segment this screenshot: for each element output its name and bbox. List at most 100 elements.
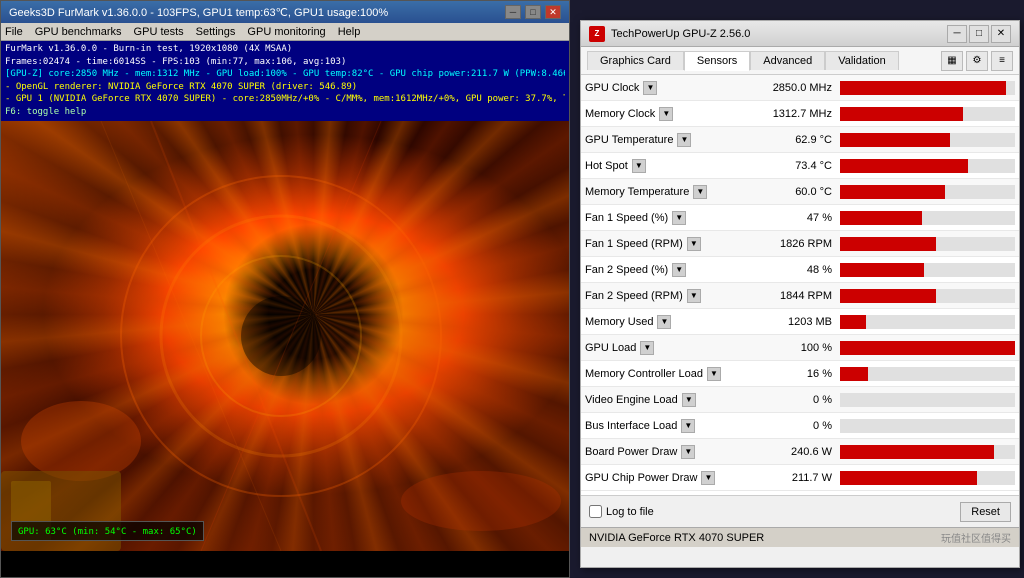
sensor-name-label: Fan 1 Speed (%): [585, 212, 668, 224]
gpuz-gpu-name: NVIDIA GeForce RTX 4070 SUPER: [589, 532, 937, 544]
sensor-value-text: 2850.0 MHz: [755, 82, 840, 94]
sensor-name-label: GPU Chip Power Draw: [585, 472, 697, 484]
furmark-info-line-5: - GPU 1 (NVIDIA GeForce RTX 4070 SUPER) …: [5, 93, 565, 106]
sensor-bar-container: [840, 211, 1015, 225]
sensor-dropdown-button[interactable]: ▼: [701, 471, 715, 485]
sensor-value-text: 1203 MB: [755, 316, 840, 328]
gpuz-toolbar-buttons: ▦ ⚙ ≡: [941, 51, 1013, 71]
sensor-dropdown-button[interactable]: ▼: [672, 211, 686, 225]
sensor-bar: [840, 81, 1006, 95]
furmark-info-line-6: F6: toggle help: [5, 106, 565, 119]
sensor-dropdown-button[interactable]: ▼: [687, 289, 701, 303]
sensor-dropdown-button[interactable]: ▼: [640, 341, 654, 355]
furmark-info-line-3: [GPU-Z] core:2850 MHz - mem:1312 MHz - G…: [5, 68, 565, 81]
sensor-value-text: 48 %: [755, 264, 840, 276]
sensor-bar-container: [840, 185, 1015, 199]
sensor-value-text: 1312.7 MHz: [755, 108, 840, 120]
sensor-bar-container: [840, 393, 1015, 407]
furmark-menu-help[interactable]: Help: [338, 26, 361, 38]
sensor-row: GPU Clock▼2850.0 MHz: [581, 75, 1019, 101]
gpuz-logo-icon: Z: [589, 26, 605, 42]
furmark-canvas: GPU: 63°C (min: 54°C - max: 65°C): [1, 121, 569, 551]
sensor-dropdown-button[interactable]: ▼: [632, 159, 646, 173]
sensor-dropdown-button[interactable]: ▼: [693, 185, 707, 199]
gpu-temp-overlay: GPU: 63°C (min: 54°C - max: 65°C): [11, 521, 204, 541]
tab-sensors[interactable]: Sensors: [684, 51, 750, 71]
sensor-row: Board Power Draw▼240.6 W: [581, 439, 1019, 465]
sensor-bar-container: [840, 289, 1015, 303]
gpuz-title-text: TechPowerUp GPU-Z 2.56.0: [611, 28, 750, 40]
sensor-value-text: 211.7 W: [755, 472, 840, 484]
furmark-title: Geeks3D FurMark v1.36.0.0 - 103FPS, GPU1…: [9, 6, 388, 19]
furmark-menubar: File GPU benchmarks GPU tests Settings G…: [1, 23, 569, 41]
gpuz-win-controls: ─ □ ✕: [947, 25, 1011, 43]
log-to-file-label[interactable]: Log to file: [589, 505, 654, 518]
sensor-value-text: 100 %: [755, 342, 840, 354]
sensor-bar-container: [840, 419, 1015, 433]
sensor-name-label: GPU Temperature: [585, 134, 673, 146]
sensor-value-text: 0 %: [755, 420, 840, 432]
gpuz-watermark: 玩值社区值得买: [941, 530, 1011, 545]
sensor-dropdown-button[interactable]: ▼: [681, 419, 695, 433]
sensor-name-label: Fan 2 Speed (RPM): [585, 290, 683, 302]
sensor-bar: [840, 471, 977, 485]
fire-svg-decoration: [1, 121, 569, 551]
tab-validation[interactable]: Validation: [825, 51, 899, 70]
sensor-name-label: Bus Interface Load: [585, 420, 677, 432]
sensor-row: GPU Load ▼ 100 %: [581, 335, 1019, 361]
furmark-close-button[interactable]: ✕: [545, 5, 561, 19]
sensor-bar: [840, 445, 994, 459]
sensor-dropdown-button[interactable]: ▼: [643, 81, 657, 95]
reset-button[interactable]: Reset: [960, 502, 1011, 522]
furmark-maximize-button[interactable]: □: [525, 5, 541, 19]
furmark-menu-settings[interactable]: Settings: [196, 26, 236, 38]
gpuz-settings-button[interactable]: ⚙: [966, 51, 988, 71]
sensor-row: GPU Chip Power Draw ▼ 211.7 W: [581, 465, 1019, 491]
sensor-row: Video Engine Load▼0 %: [581, 387, 1019, 413]
sensor-bar: [840, 341, 1015, 355]
sensor-dropdown-button[interactable]: ▼: [682, 393, 696, 407]
gpuz-minimize-button[interactable]: ─: [947, 25, 967, 43]
gpuz-tab-container: Graphics Card Sensors Advanced Validatio…: [587, 51, 929, 70]
gpuz-menu-button[interactable]: ≡: [991, 51, 1013, 71]
sensor-dropdown-button[interactable]: ▼: [707, 367, 721, 381]
sensor-dropdown-button[interactable]: ▼: [681, 445, 695, 459]
sensor-dropdown-button[interactable]: ▼: [657, 315, 671, 329]
sensor-bar-container: [840, 237, 1015, 251]
log-to-file-checkbox[interactable]: [589, 505, 602, 518]
sensor-row: Memory Clock▼1312.7 MHz: [581, 101, 1019, 127]
gpuz-sensors-body[interactable]: GPU Clock▼2850.0 MHzMemory Clock▼1312.7 …: [581, 75, 1019, 495]
furmark-minimize-button[interactable]: ─: [505, 5, 521, 19]
sensor-bar-container: [840, 133, 1015, 147]
sensor-name-label: Memory Controller Load: [585, 368, 703, 380]
furmark-menu-monitoring[interactable]: GPU monitoring: [247, 26, 325, 38]
sensor-row: Fan 2 Speed (RPM)▼1844 RPM: [581, 283, 1019, 309]
tab-graphics-card[interactable]: Graphics Card: [587, 51, 684, 70]
sensor-name-label: GPU Load: [585, 342, 636, 354]
furmark-window: Geeks3D FurMark v1.36.0.0 - 103FPS, GPU1…: [0, 0, 570, 578]
sensor-bar: [840, 367, 868, 381]
gpuz-maximize-button[interactable]: □: [969, 25, 989, 43]
sensor-dropdown-button[interactable]: ▼: [687, 237, 701, 251]
sensor-bar-container: [840, 107, 1015, 121]
sensor-dropdown-button[interactable]: ▼: [672, 263, 686, 277]
furmark-menu-tests[interactable]: GPU tests: [134, 26, 184, 38]
gpuz-title-left: Z TechPowerUp GPU-Z 2.56.0: [589, 26, 750, 42]
gpuz-window: Z TechPowerUp GPU-Z 2.56.0 ─ □ ✕ Graphic…: [580, 20, 1020, 568]
furmark-menu-file[interactable]: File: [5, 26, 23, 38]
tab-advanced[interactable]: Advanced: [750, 51, 825, 70]
sensor-bar: [840, 315, 866, 329]
sensor-dropdown-button[interactable]: ▼: [677, 133, 691, 147]
sensor-bar-container: [840, 445, 1015, 459]
sensor-dropdown-button[interactable]: ▼: [659, 107, 673, 121]
sensor-name-label: Video Engine Load: [585, 394, 678, 406]
furmark-info-line-1: FurMark v1.36.0.0 - Burn-in test, 1920x1…: [5, 43, 565, 56]
sensor-bar-container: [840, 159, 1015, 173]
sensor-row: Memory Temperature▼60.0 °C: [581, 179, 1019, 205]
sensor-name-label: Board Power Draw: [585, 446, 677, 458]
gpuz-close-button[interactable]: ✕: [991, 25, 1011, 43]
gpuz-toolbar: Graphics Card Sensors Advanced Validatio…: [581, 47, 1019, 75]
furmark-window-controls: ─ □ ✕: [505, 5, 561, 19]
gpuz-screenshot-button[interactable]: ▦: [941, 51, 963, 71]
furmark-menu-benchmarks[interactable]: GPU benchmarks: [35, 26, 122, 38]
